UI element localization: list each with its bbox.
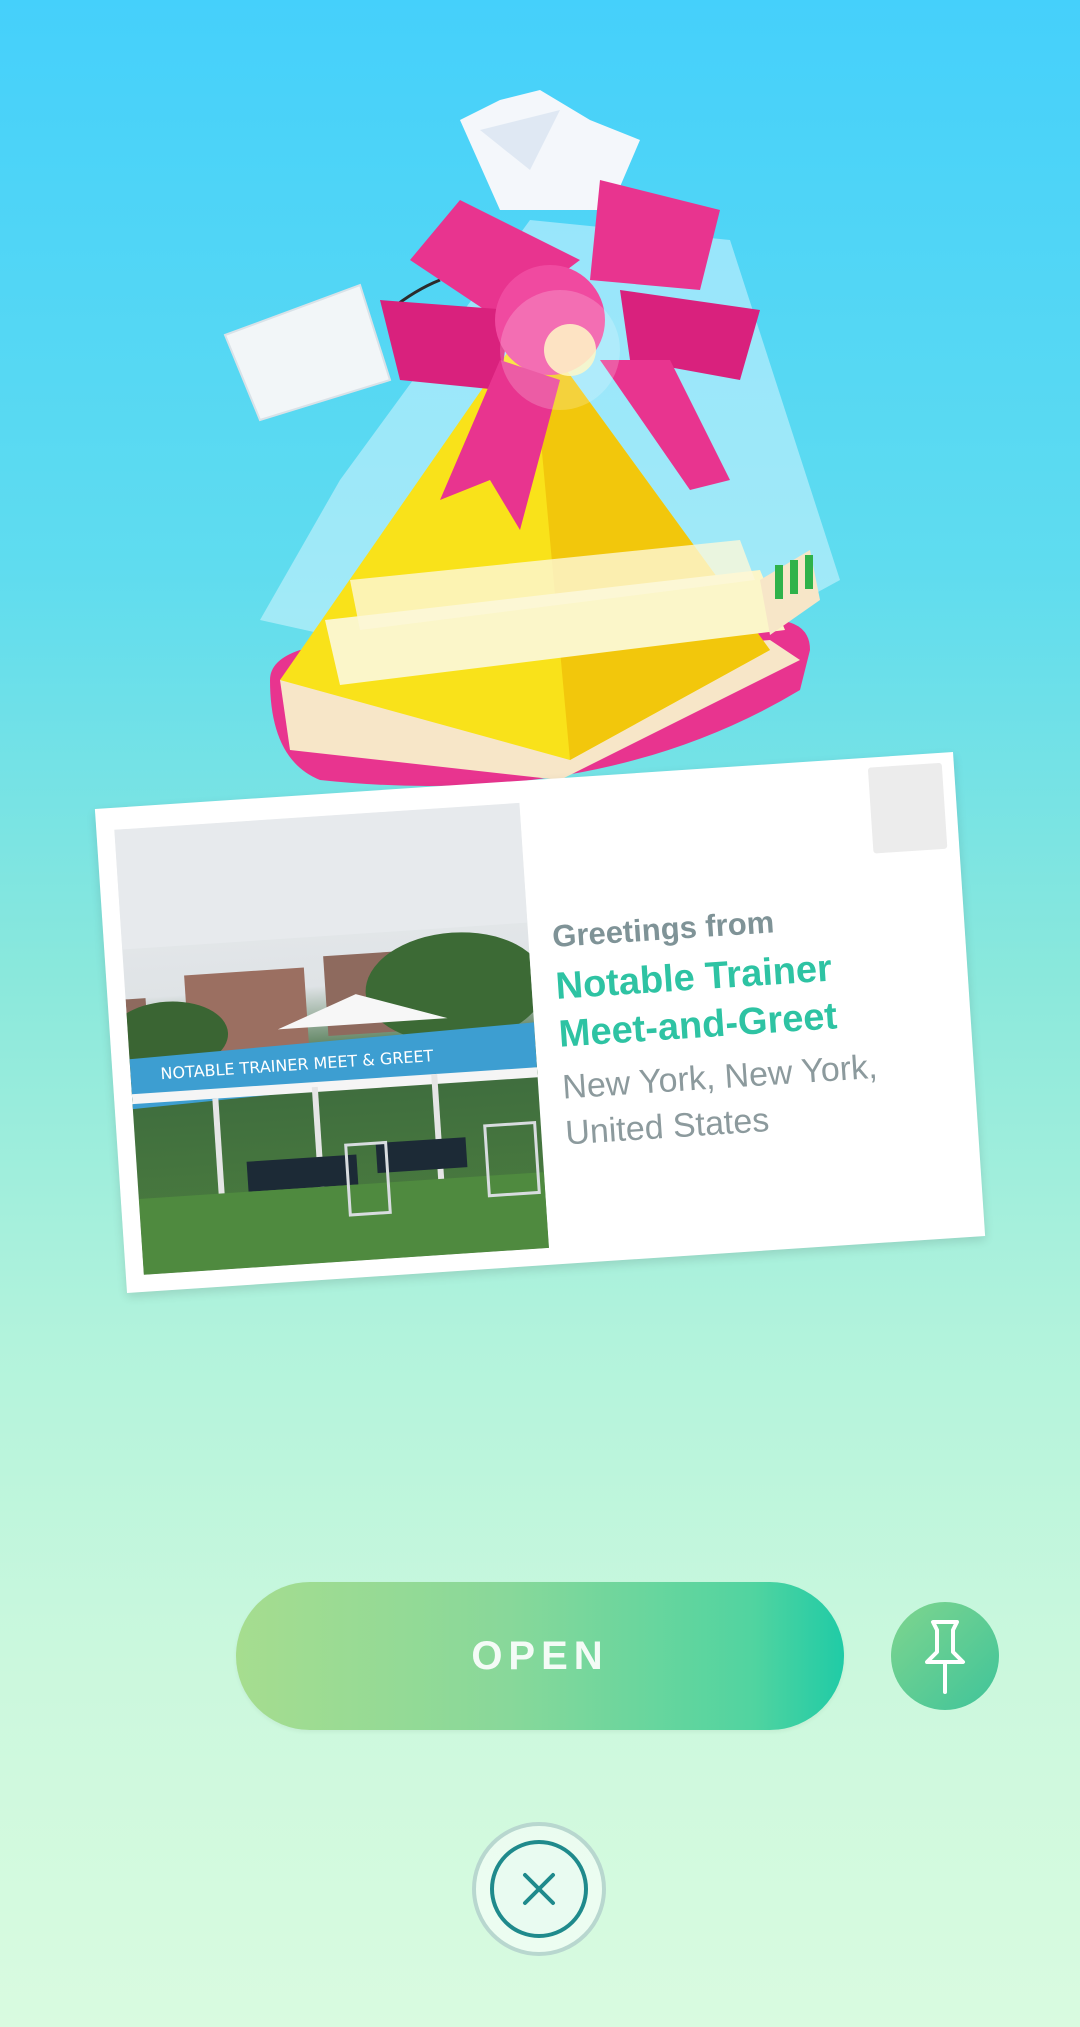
- postcard[interactable]: NOTABLE TRAINER MEET & GREET Greetings f…: [94, 752, 986, 1293]
- pin-button[interactable]: [891, 1602, 999, 1710]
- close-icon: [523, 1873, 555, 1905]
- gift-icon: [223, 90, 840, 786]
- close-button[interactable]: [472, 1822, 606, 1956]
- gift-illustration: [200, 60, 900, 820]
- open-button-label: OPEN: [471, 1633, 609, 1678]
- open-button[interactable]: OPEN: [236, 1582, 844, 1730]
- postcard-photo: NOTABLE TRAINER MEET & GREET: [114, 802, 549, 1275]
- postcard-stamp-placeholder: [867, 762, 948, 854]
- close-button-inner: [490, 1840, 588, 1938]
- pin-icon: [925, 1620, 965, 1694]
- postcard-text: Greetings from Notable Trainer Meet-and-…: [551, 893, 956, 1156]
